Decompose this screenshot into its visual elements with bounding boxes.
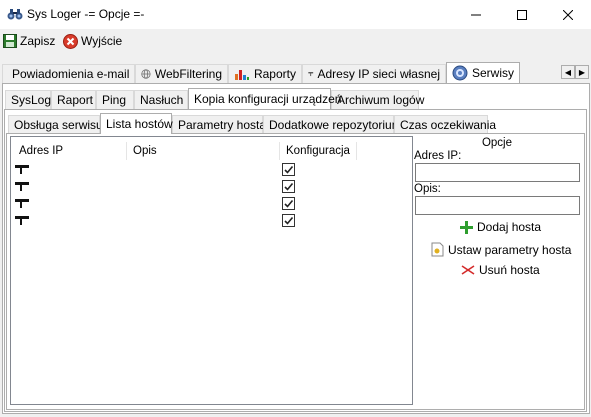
exit-button[interactable]: Wyjście bbox=[63, 32, 122, 50]
maximize-button[interactable] bbox=[499, 0, 545, 29]
tab-service-handling[interactable]: Obsługa serwisu bbox=[8, 115, 103, 134]
description-input[interactable] bbox=[415, 196, 580, 215]
plus-icon bbox=[460, 220, 473, 234]
tab-own-network-ips[interactable]: Adresy IP sieci własnej bbox=[302, 64, 446, 83]
tab-scroll-right-button[interactable]: ▶ bbox=[575, 65, 589, 79]
arrow-left-icon: ◀ bbox=[564, 67, 572, 77]
host-icon bbox=[15, 182, 29, 191]
tab-email-notifications[interactable]: Powiadomienia e-mail bbox=[2, 64, 135, 83]
host-icon bbox=[15, 165, 29, 174]
network-icon bbox=[308, 72, 314, 77]
table-row[interactable] bbox=[11, 178, 412, 194]
ip-input[interactable] bbox=[415, 163, 580, 182]
close-button[interactable] bbox=[545, 0, 591, 29]
tab-services[interactable]: Serwisy bbox=[446, 62, 520, 83]
document-settings-icon bbox=[431, 242, 444, 257]
binoculars-icon bbox=[7, 9, 23, 20]
tab-webfiltering[interactable]: WebFiltering bbox=[135, 64, 228, 83]
table-row[interactable] bbox=[11, 212, 412, 228]
ip-label: Adres IP: bbox=[414, 150, 462, 162]
tab-device-config-backup[interactable]: Kopia konfiguracji urządzeń bbox=[188, 88, 341, 109]
floppy-icon bbox=[3, 34, 17, 48]
config-checkbox[interactable] bbox=[282, 180, 295, 193]
config-checkbox[interactable] bbox=[282, 197, 295, 210]
remove-host-button[interactable]: Usuń hosta bbox=[461, 263, 540, 277]
options-panel: Opcje Adres IP: Opis: Dodaj hosta Ustaw … bbox=[413, 136, 583, 405]
tab-host-parameters[interactable]: Parametry hosta bbox=[172, 115, 266, 134]
chart-icon bbox=[234, 70, 249, 80]
tab-timeout[interactable]: Czas oczekiwania bbox=[394, 115, 496, 134]
config-checkbox[interactable] bbox=[282, 214, 295, 227]
options-window: Sys Loger -= Opcje =- Zapisz Wyjście Pow… bbox=[0, 0, 591, 417]
description-label: Opis: bbox=[414, 183, 441, 195]
column-header-ip[interactable]: Adres IP bbox=[13, 142, 127, 160]
tab-syslog[interactable]: SysLog bbox=[5, 90, 51, 109]
tab-scroll-left-button[interactable]: ◀ bbox=[561, 65, 575, 79]
config-checkbox[interactable] bbox=[282, 163, 295, 176]
checkmark-icon bbox=[284, 165, 294, 174]
save-label: Zapisz bbox=[20, 34, 56, 48]
tab-host-list[interactable]: Lista hostów bbox=[100, 113, 173, 134]
column-header-config[interactable]: Konfiguracja bbox=[280, 142, 357, 160]
inner-tab-strip: Obsługa serwisu Lista hostów Parametry h… bbox=[0, 113, 591, 135]
save-button[interactable]: Zapisz bbox=[3, 32, 55, 50]
tab-report[interactable]: Raport bbox=[51, 90, 96, 109]
exit-icon bbox=[63, 33, 78, 49]
table-row[interactable] bbox=[11, 161, 412, 177]
sub-tab-strip: SysLog Raport Ping Nasłuch Kopia konfigu… bbox=[0, 88, 591, 110]
options-header: Opcje bbox=[481, 137, 513, 149]
tab-ping[interactable]: Ping bbox=[96, 90, 134, 109]
tab-log-archive[interactable]: Archiwum logów bbox=[331, 90, 424, 109]
title-bar: Sys Loger -= Opcje =- bbox=[0, 0, 591, 29]
close-icon bbox=[563, 9, 573, 20]
services-icon bbox=[452, 65, 468, 81]
maximize-icon bbox=[517, 9, 527, 20]
table-row[interactable] bbox=[11, 195, 412, 211]
exit-label: Wyjście bbox=[81, 34, 123, 48]
host-icon bbox=[15, 199, 29, 208]
tab-extra-repository[interactable]: Dodatkowe repozytorium bbox=[263, 115, 402, 134]
host-icon bbox=[15, 216, 29, 225]
delete-icon bbox=[461, 265, 475, 275]
column-header-description[interactable]: Opis bbox=[127, 142, 280, 160]
checkmark-icon bbox=[284, 216, 294, 225]
tab-reports[interactable]: Raporty bbox=[228, 64, 302, 83]
checkmark-icon bbox=[284, 199, 294, 208]
window-title: Sys Loger -= Opcje =- bbox=[27, 7, 145, 21]
toolbar: Zapisz Wyjście bbox=[0, 29, 591, 53]
tab-listening[interactable]: Nasłuch bbox=[134, 90, 188, 109]
set-host-params-button[interactable]: Ustaw parametry hosta bbox=[431, 242, 571, 257]
arrow-right-icon: ▶ bbox=[578, 67, 586, 77]
host-table[interactable]: Adres IP Opis Konfiguracja bbox=[10, 136, 413, 405]
add-host-button[interactable]: Dodaj hosta bbox=[460, 220, 541, 234]
minimize-button[interactable] bbox=[453, 0, 499, 29]
main-tab-strip: Powiadomienia e-mail WebFiltering Raport… bbox=[0, 62, 591, 84]
checkmark-icon bbox=[284, 182, 294, 191]
globe-icon bbox=[141, 69, 151, 79]
minimize-icon bbox=[471, 14, 481, 15]
